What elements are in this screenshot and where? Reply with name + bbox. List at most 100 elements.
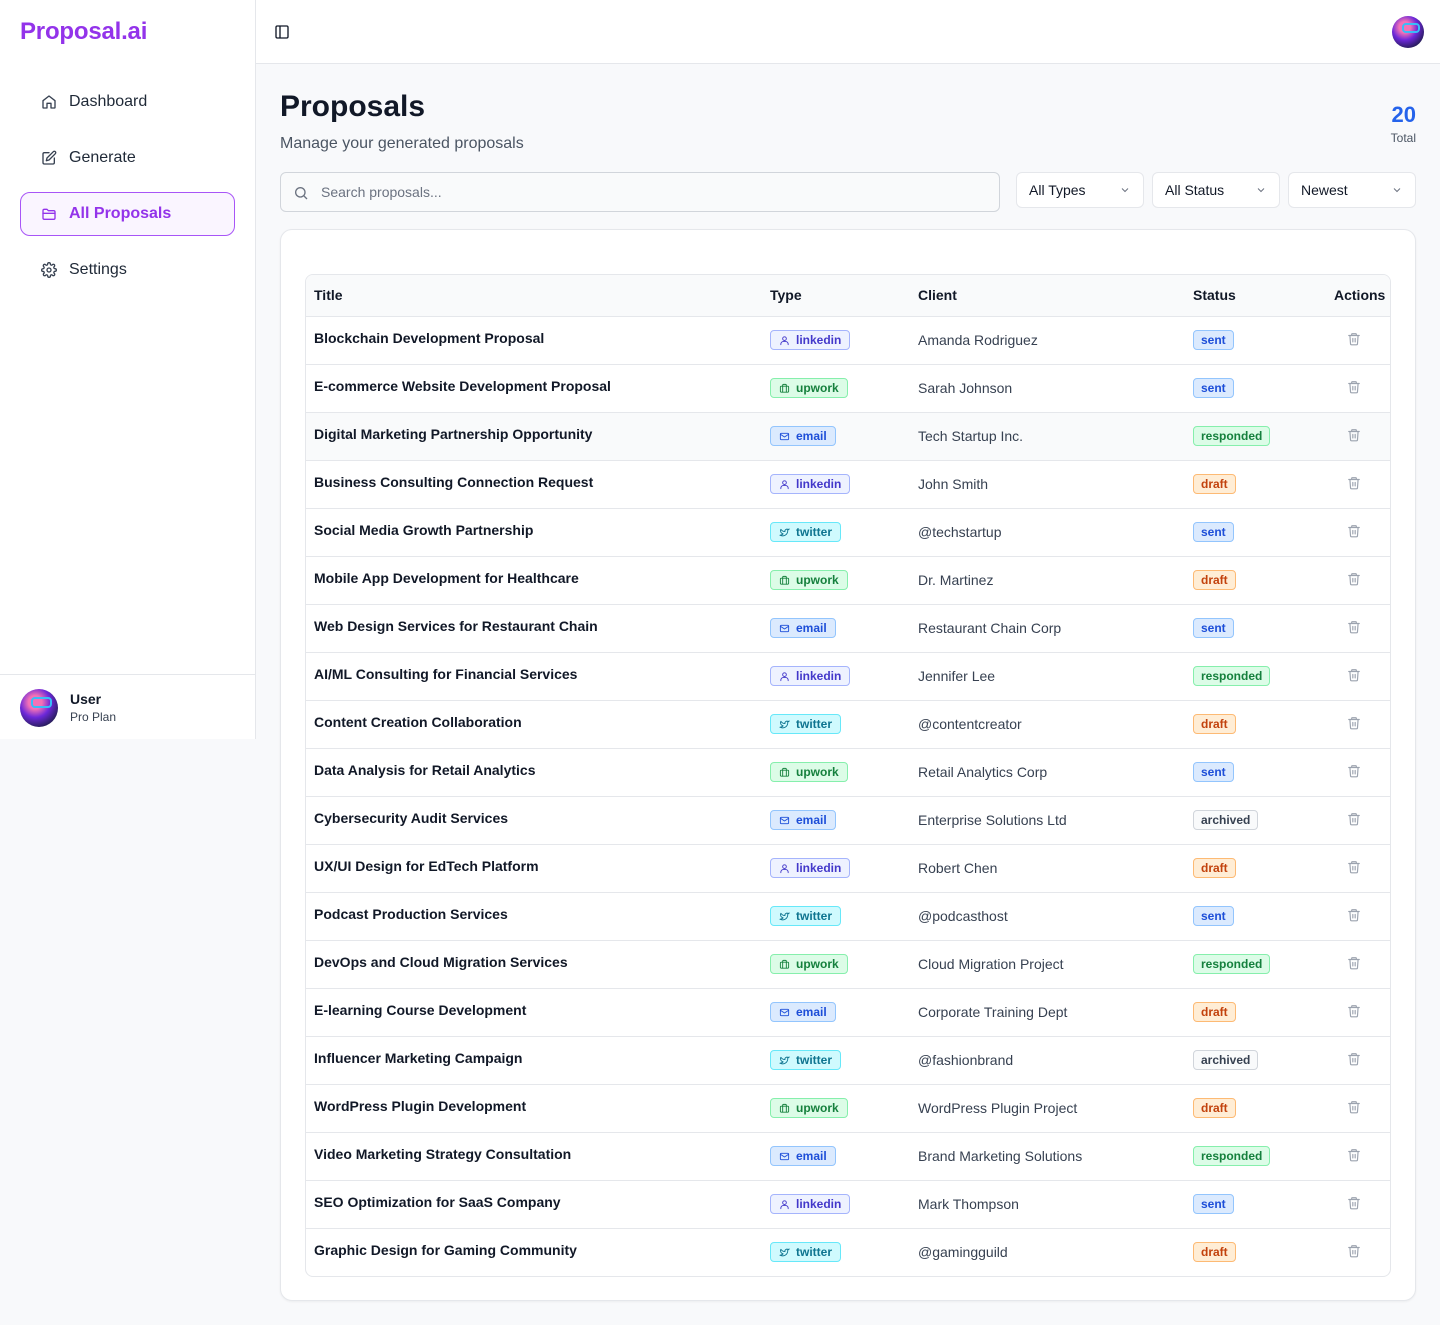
delete-button[interactable] bbox=[1347, 764, 1361, 778]
user-icon bbox=[780, 479, 789, 489]
type-cell: upwork bbox=[762, 1084, 910, 1133]
proposal-title[interactable]: Business Consulting Connection Request bbox=[306, 460, 762, 509]
proposal-title[interactable]: Podcast Production Services bbox=[306, 892, 762, 941]
client-name: @podcasthost bbox=[910, 892, 1185, 941]
delete-button[interactable] bbox=[1347, 620, 1361, 634]
table-row[interactable]: Graphic Design for Gaming Community twitt… bbox=[306, 1228, 1390, 1276]
delete-button[interactable] bbox=[1347, 908, 1361, 922]
table-row[interactable]: DevOps and Cloud Migration Services upwor… bbox=[306, 940, 1390, 989]
proposal-title[interactable]: Social Media Growth Partnership bbox=[306, 508, 762, 557]
sidebar-item-settings[interactable]: Settings bbox=[20, 248, 235, 292]
sidebar-item-all-proposals[interactable]: All Proposals bbox=[20, 192, 235, 236]
table-row[interactable]: E-commerce Website Development Proposal u… bbox=[306, 364, 1390, 413]
status-cell: sent bbox=[1185, 508, 1326, 557]
table-row[interactable]: Business Consulting Connection Request li… bbox=[306, 460, 1390, 509]
table-row[interactable]: Web Design Services for Restaurant Chain… bbox=[306, 604, 1390, 653]
table-row[interactable]: SEO Optimization for SaaS Company linkedi… bbox=[306, 1180, 1390, 1229]
proposal-title[interactable]: WordPress Plugin Development bbox=[306, 1084, 762, 1133]
table-row[interactable]: Video Marketing Strategy Consultation ema… bbox=[306, 1132, 1390, 1181]
column-header-type[interactable]: Type bbox=[762, 275, 910, 317]
twitter-icon bbox=[779, 1248, 790, 1257]
delete-button[interactable] bbox=[1347, 572, 1361, 586]
column-header-status[interactable]: Status bbox=[1185, 275, 1326, 317]
table-row[interactable]: E-learning Course Development email Corpor… bbox=[306, 988, 1390, 1037]
briefcase-icon bbox=[779, 1103, 790, 1113]
table-row[interactable]: Mobile App Development for Healthcare upw… bbox=[306, 556, 1390, 605]
proposal-title[interactable]: Blockchain Development Proposal bbox=[306, 316, 762, 365]
table-row[interactable]: UX/UI Design for EdTech Platform linkedin… bbox=[306, 844, 1390, 893]
delete-button[interactable] bbox=[1347, 1244, 1361, 1258]
status-cell: draft bbox=[1185, 556, 1326, 605]
chevron-down-icon bbox=[1393, 188, 1401, 193]
table-row[interactable]: Social Media Growth Partnership twitter @t… bbox=[306, 508, 1390, 557]
table-row[interactable]: Cybersecurity Audit Services email Enterpr… bbox=[306, 796, 1390, 845]
delete-button[interactable] bbox=[1347, 428, 1361, 442]
table-row[interactable]: WordPress Plugin Development upwork WordPr… bbox=[306, 1084, 1390, 1133]
table-row[interactable]: Data Analysis for Retail Analytics upwork… bbox=[306, 748, 1390, 797]
proposal-title[interactable]: Influencer Marketing Campaign bbox=[306, 1036, 762, 1085]
delete-button[interactable] bbox=[1347, 1100, 1361, 1114]
delete-button[interactable] bbox=[1347, 1148, 1361, 1162]
table-row[interactable]: Influencer Marketing Campaign twitter @fas… bbox=[306, 1036, 1390, 1085]
table-row[interactable]: Content Creation Collaboration twitter @co… bbox=[306, 700, 1390, 749]
proposal-title[interactable]: Graphic Design for Gaming Community bbox=[306, 1228, 762, 1276]
proposal-title[interactable]: AI/ML Consulting for Financial Services bbox=[306, 652, 762, 701]
proposal-title[interactable]: DevOps and Cloud Migration Services bbox=[306, 940, 762, 989]
total-label: Total bbox=[1390, 131, 1416, 145]
actions-cell bbox=[1326, 460, 1390, 509]
table-row[interactable]: Digital Marketing Partnership Opportunit… bbox=[306, 412, 1390, 461]
sidebar-item-dashboard[interactable]: Dashboard bbox=[20, 80, 235, 124]
sidebar-item-generate[interactable]: Generate bbox=[20, 136, 235, 180]
status-filter-select[interactable]: All Status bbox=[1152, 172, 1280, 208]
type-filter-select[interactable]: All Types bbox=[1016, 172, 1144, 208]
delete-button[interactable] bbox=[1347, 860, 1361, 874]
header-avatar[interactable] bbox=[1392, 16, 1424, 48]
search-input[interactable] bbox=[321, 173, 991, 211]
delete-button[interactable] bbox=[1347, 476, 1361, 490]
column-header-client[interactable]: Client bbox=[910, 275, 1185, 317]
proposal-title[interactable]: Web Design Services for Restaurant Chain bbox=[306, 604, 762, 653]
proposal-title[interactable]: E-commerce Website Development Proposal bbox=[306, 364, 762, 413]
delete-button[interactable] bbox=[1347, 1052, 1361, 1066]
sort-select[interactable]: Newest bbox=[1288, 172, 1416, 208]
status-cell: draft bbox=[1185, 844, 1326, 893]
delete-button[interactable] bbox=[1347, 524, 1361, 538]
delete-button[interactable] bbox=[1347, 668, 1361, 682]
proposal-title[interactable]: SEO Optimization for SaaS Company bbox=[306, 1180, 762, 1229]
trash-icon bbox=[1348, 1052, 1360, 1065]
actions-cell bbox=[1326, 412, 1390, 461]
trash-icon bbox=[1348, 812, 1360, 825]
proposal-title[interactable]: Digital Marketing Partnership Opportunit… bbox=[306, 412, 762, 461]
sidebar-toggle-button[interactable] bbox=[274, 24, 290, 40]
delete-button[interactable] bbox=[1347, 1004, 1361, 1018]
table-row[interactable]: Blockchain Development Proposal linkedin A… bbox=[306, 316, 1390, 365]
user-profile[interactable]: User Pro Plan bbox=[0, 674, 255, 739]
delete-button[interactable] bbox=[1347, 956, 1361, 970]
table-row[interactable]: AI/ML Consulting for Financial Services l… bbox=[306, 652, 1390, 701]
proposal-title[interactable]: Data Analysis for Retail Analytics bbox=[306, 748, 762, 797]
proposal-title[interactable]: Cybersecurity Audit Services bbox=[306, 796, 762, 845]
status-badge: archived bbox=[1193, 810, 1259, 830]
type-label: email bbox=[796, 621, 827, 635]
proposal-title[interactable]: Video Marketing Strategy Consultation bbox=[306, 1132, 762, 1181]
table-row[interactable]: Podcast Production Services twitter @podca… bbox=[306, 892, 1390, 941]
delete-button[interactable] bbox=[1347, 812, 1361, 826]
proposal-title[interactable]: E-learning Course Development bbox=[306, 988, 762, 1037]
type-cell: linkedin bbox=[762, 844, 910, 893]
trash-icon bbox=[1348, 1244, 1360, 1258]
proposal-title[interactable]: Content Creation Collaboration bbox=[306, 700, 762, 749]
delete-button[interactable] bbox=[1347, 332, 1361, 346]
delete-button[interactable] bbox=[1347, 716, 1361, 730]
actions-cell bbox=[1326, 652, 1390, 701]
proposal-title[interactable]: Mobile App Development for Healthcare bbox=[306, 556, 762, 605]
proposal-title[interactable]: UX/UI Design for EdTech Platform bbox=[306, 844, 762, 893]
trash-icon bbox=[1348, 476, 1360, 489]
status-cell: sent bbox=[1185, 892, 1326, 941]
type-cell: twitter bbox=[762, 700, 910, 749]
status-cell: archived bbox=[1185, 1036, 1326, 1085]
column-header-title[interactable]: Title bbox=[306, 275, 762, 317]
folder-icon bbox=[42, 208, 56, 220]
app-logo[interactable]: Proposal.ai bbox=[20, 18, 147, 46]
delete-button[interactable] bbox=[1347, 380, 1361, 394]
delete-button[interactable] bbox=[1347, 1196, 1361, 1210]
